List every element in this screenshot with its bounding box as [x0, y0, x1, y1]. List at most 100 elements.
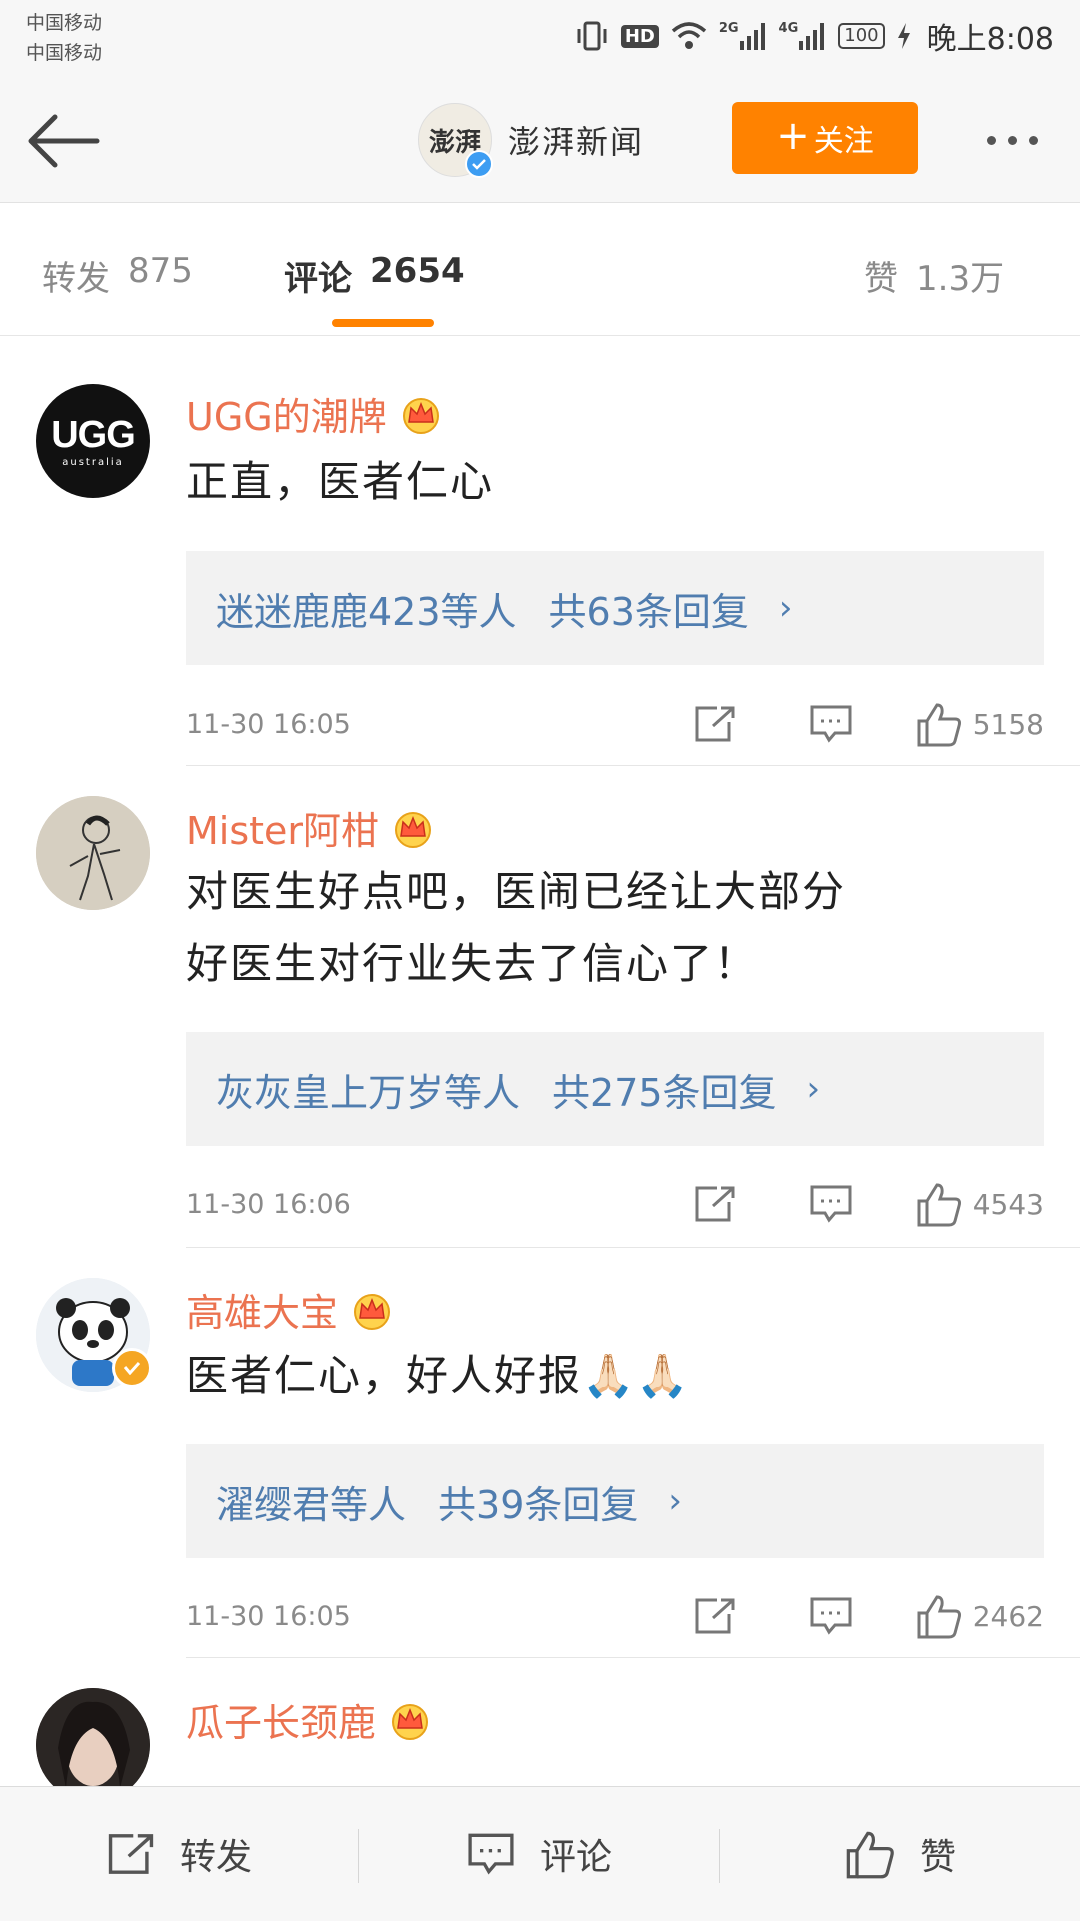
- like-button[interactable]: 5158: [915, 701, 1044, 747]
- comment-time: 11-30 16:05: [186, 1600, 351, 1632]
- avatar[interactable]: [36, 1688, 150, 1786]
- crown-icon: [402, 397, 439, 434]
- verified-badge-icon: [112, 1348, 152, 1388]
- comment-username[interactable]: 瓜子长颈鹿: [186, 1692, 432, 1747]
- account-header[interactable]: 澎湃 澎湃新闻: [418, 100, 644, 180]
- plus-icon: +: [776, 113, 810, 159]
- comment-button[interactable]: 评论: [359, 1787, 719, 1921]
- avatar-photo-image: [36, 1688, 150, 1786]
- like-button[interactable]: 4543: [915, 1181, 1044, 1227]
- avatar-logo-subtext: australia: [62, 457, 124, 468]
- share-button[interactable]: [693, 1184, 737, 1224]
- replies-who: 濯缨君等人: [216, 1482, 407, 1527]
- reply-button[interactable]: [809, 1184, 853, 1224]
- tab-comments[interactable]: 评论 2654: [284, 251, 465, 300]
- like-count: 2462: [972, 1599, 1044, 1633]
- active-tab-indicator: [332, 319, 434, 327]
- tab-label: 赞: [864, 259, 898, 299]
- comment-line: 对医生好点吧，医闹已经让大部分: [186, 867, 847, 916]
- avatar[interactable]: [36, 1278, 152, 1392]
- avatar[interactable]: UGG australia: [36, 384, 150, 498]
- tab-count: 875: [128, 251, 193, 291]
- signal-4g-icon: 4G: [779, 21, 827, 51]
- repost-button[interactable]: 转发: [0, 1787, 358, 1921]
- username-text: Mister阿柑: [186, 809, 380, 853]
- comment-username[interactable]: 高雄大宝: [186, 1282, 394, 1337]
- comment-icon: [810, 1185, 852, 1223]
- share-icon: [695, 706, 735, 742]
- more-dot-icon: [1028, 135, 1038, 145]
- crown-icon: [395, 811, 432, 848]
- carrier-1: 中国移动: [26, 12, 103, 34]
- replies-count: 共39条回复: [438, 1482, 639, 1527]
- comment-meta: 11-30 16:05 2462: [186, 1586, 1044, 1646]
- hd-icon: HD: [620, 24, 659, 48]
- replies-who: 迷迷鹿鹿423等人: [216, 589, 517, 634]
- title-bar: 澎湃 澎湃新闻 + 关注: [0, 80, 1080, 203]
- like-post-button[interactable]: 赞: [720, 1787, 1080, 1921]
- status-icons: HD 2G 4G 100 晚上8:08: [575, 14, 1054, 58]
- reply-button[interactable]: [809, 704, 853, 744]
- comment-icon: [810, 1597, 852, 1635]
- tab-bar: 转发 875 评论 2654 赞 1.3万: [0, 203, 1080, 336]
- carrier-2: 中国移动: [26, 42, 103, 64]
- more-options-button[interactable]: [972, 110, 1052, 170]
- signal-2g-icon: 2G: [719, 21, 767, 51]
- comment-item: 瓜子长颈鹿: [0, 1658, 1080, 1786]
- replies-preview[interactable]: 濯缨君等人 共39条回复 ›: [186, 1444, 1044, 1558]
- replies-count: 共275条回复: [552, 1070, 777, 1115]
- comment-icon: [810, 705, 852, 743]
- back-arrow-icon: [28, 114, 100, 168]
- thumbs-up-icon: [917, 1183, 961, 1227]
- username-text: 瓜子长颈鹿: [186, 1701, 377, 1745]
- tab-reposts[interactable]: 转发 875: [42, 251, 193, 300]
- reply-button[interactable]: [809, 1596, 853, 1636]
- comment-username[interactable]: Mister阿柑: [186, 800, 435, 855]
- avatar-logo-text: UGG: [51, 414, 136, 456]
- comment-text: 医者仁心，好人好报🙏🏻🙏🏻: [186, 1340, 1046, 1412]
- tab-label: 转发: [42, 259, 110, 299]
- avatar-sketch-image: [36, 796, 150, 910]
- follow-label: 关注: [813, 124, 874, 159]
- comment-time: 11-30 16:05: [186, 708, 351, 740]
- comment-username[interactable]: UGG的潮牌: [186, 386, 443, 441]
- back-button[interactable]: [22, 104, 104, 178]
- chevron-right-icon: ›: [778, 588, 793, 628]
- crown-icon: [392, 1703, 429, 1740]
- chevron-right-icon: ›: [668, 1481, 682, 1521]
- like-count: 5158: [972, 707, 1044, 741]
- net-label-4g: 4G: [778, 21, 799, 36]
- comment-text: 正直，医者仁心: [186, 446, 1046, 518]
- comment-text: 对医生好点吧，医闹已经让大部分 好医生对行业失去了信心了！: [186, 856, 1046, 1000]
- wifi-icon: [671, 21, 707, 51]
- username-text: UGG的潮牌: [186, 395, 387, 439]
- repost-label: 转发: [179, 1837, 252, 1878]
- verified-icon: [465, 150, 493, 178]
- comment-line: 正直，医者仁心: [186, 457, 495, 506]
- tab-label: 评论: [284, 259, 352, 299]
- comment-item: Mister阿柑 对医生好点吧，医闹已经让大部分 好医生对行业失去了信心了！ 灰…: [0, 766, 1080, 1248]
- tab-likes[interactable]: 赞 1.3万: [864, 251, 1004, 300]
- comment-item: UGG australia UGG的潮牌 正直，医者仁心 迷迷鹿鹿423等人 共…: [0, 336, 1080, 766]
- comment-icon: [468, 1833, 514, 1875]
- bottom-action-bar: 转发 评论 赞: [0, 1786, 1080, 1921]
- share-icon: [695, 1186, 735, 1222]
- like-button[interactable]: 2462: [915, 1593, 1044, 1639]
- replies-preview[interactable]: 灰灰皇上万岁等人 共275条回复 ›: [186, 1032, 1044, 1146]
- more-dot-icon: [986, 135, 996, 145]
- comment-meta: 11-30 16:06 4543: [186, 1174, 1044, 1234]
- username-text: 高雄大宝: [186, 1291, 339, 1335]
- follow-button[interactable]: + 关注: [732, 102, 918, 174]
- comment-item: 高雄大宝 医者仁心，好人好报🙏🏻🙏🏻 濯缨君等人 共39条回复 › 11-30 …: [0, 1248, 1080, 1658]
- replies-preview[interactable]: 迷迷鹿鹿423等人 共63条回复 ›: [186, 551, 1044, 665]
- battery-icon: 100: [838, 23, 885, 49]
- share-button[interactable]: [693, 704, 737, 744]
- status-bar: 中国移动 中国移动 HD 2G 4G 100 晚上8:08: [0, 0, 1080, 80]
- vibrate-icon: [575, 19, 609, 53]
- thumbs-up-icon: [917, 1595, 961, 1639]
- charging-icon: [897, 23, 911, 49]
- replies-count: 共63条回复: [548, 589, 749, 634]
- avatar[interactable]: [36, 796, 150, 910]
- like-label: 赞: [919, 1837, 956, 1878]
- share-button[interactable]: [693, 1596, 737, 1636]
